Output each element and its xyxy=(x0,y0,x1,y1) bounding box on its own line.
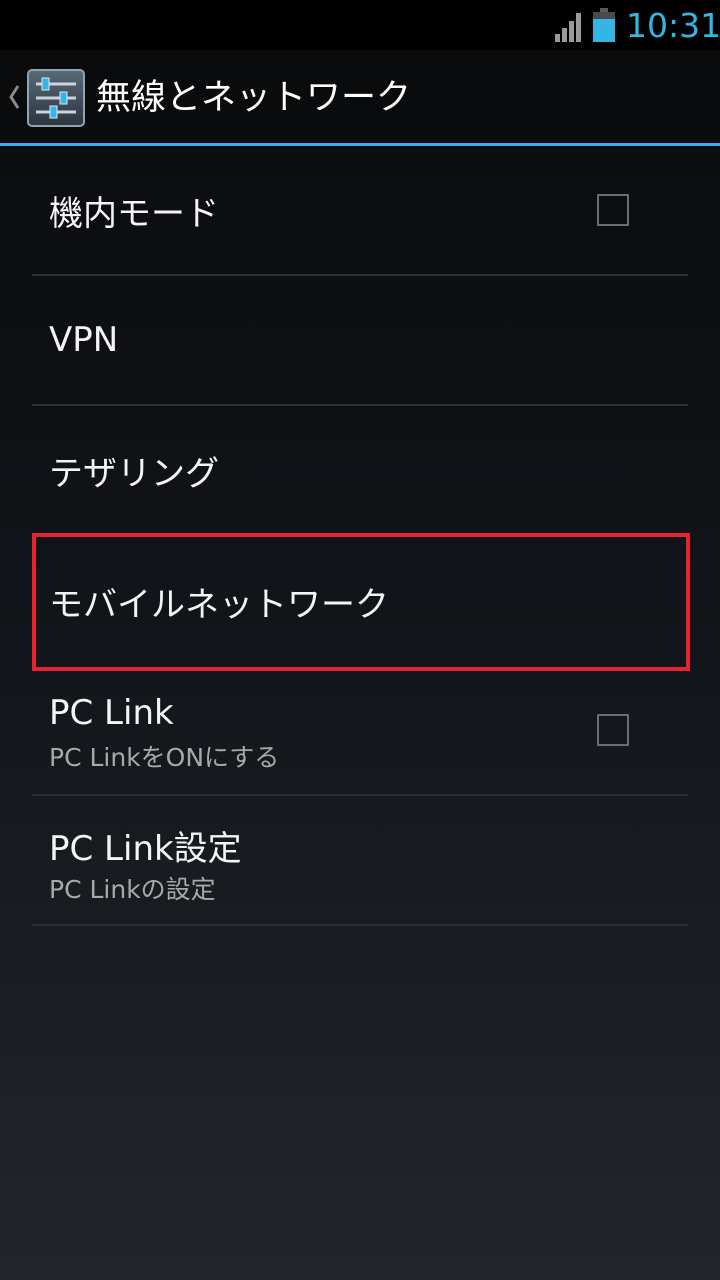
pc-link-checkbox[interactable] xyxy=(597,714,629,746)
screen: 10:31 無線とネットワーク 機内モード VPN テザリング モバイルネットワ… xyxy=(0,0,720,1280)
settings-sliders-icon[interactable] xyxy=(26,68,86,128)
pref-pc-link[interactable]: PC Link PC LinkをONにする xyxy=(32,667,688,794)
pref-title-tethering: テザリング xyxy=(49,454,219,494)
pref-tethering[interactable]: テザリング xyxy=(32,406,688,532)
status-bar: 10:31 xyxy=(0,0,720,50)
pref-pc-link-settings[interactable]: PC Link設定 PC Linkの設定 xyxy=(32,796,688,924)
divider xyxy=(32,924,688,926)
pref-title-pc-link: PC Link xyxy=(49,693,174,733)
airplane-mode-checkbox[interactable] xyxy=(597,194,629,226)
pref-vpn[interactable]: VPN xyxy=(32,276,688,404)
status-clock: 10:31 xyxy=(626,6,720,45)
pref-title-pc-link-settings: PC Link設定 xyxy=(49,829,242,869)
battery-icon xyxy=(593,8,615,42)
highlight-annotation-box xyxy=(32,533,690,671)
pref-summary-pc-link: PC LinkをONにする xyxy=(49,743,280,772)
signal-strength-icon xyxy=(555,13,581,42)
pref-summary-pc-link-settings: PC Linkの設定 xyxy=(49,875,216,904)
page-title: 無線とネットワーク xyxy=(96,78,412,118)
pref-airplane-mode[interactable]: 機内モード xyxy=(32,146,688,274)
pref-title-vpn: VPN xyxy=(49,320,119,360)
chevron-left-icon[interactable] xyxy=(6,82,22,112)
pref-title-airplane-mode: 機内モード xyxy=(49,194,219,234)
